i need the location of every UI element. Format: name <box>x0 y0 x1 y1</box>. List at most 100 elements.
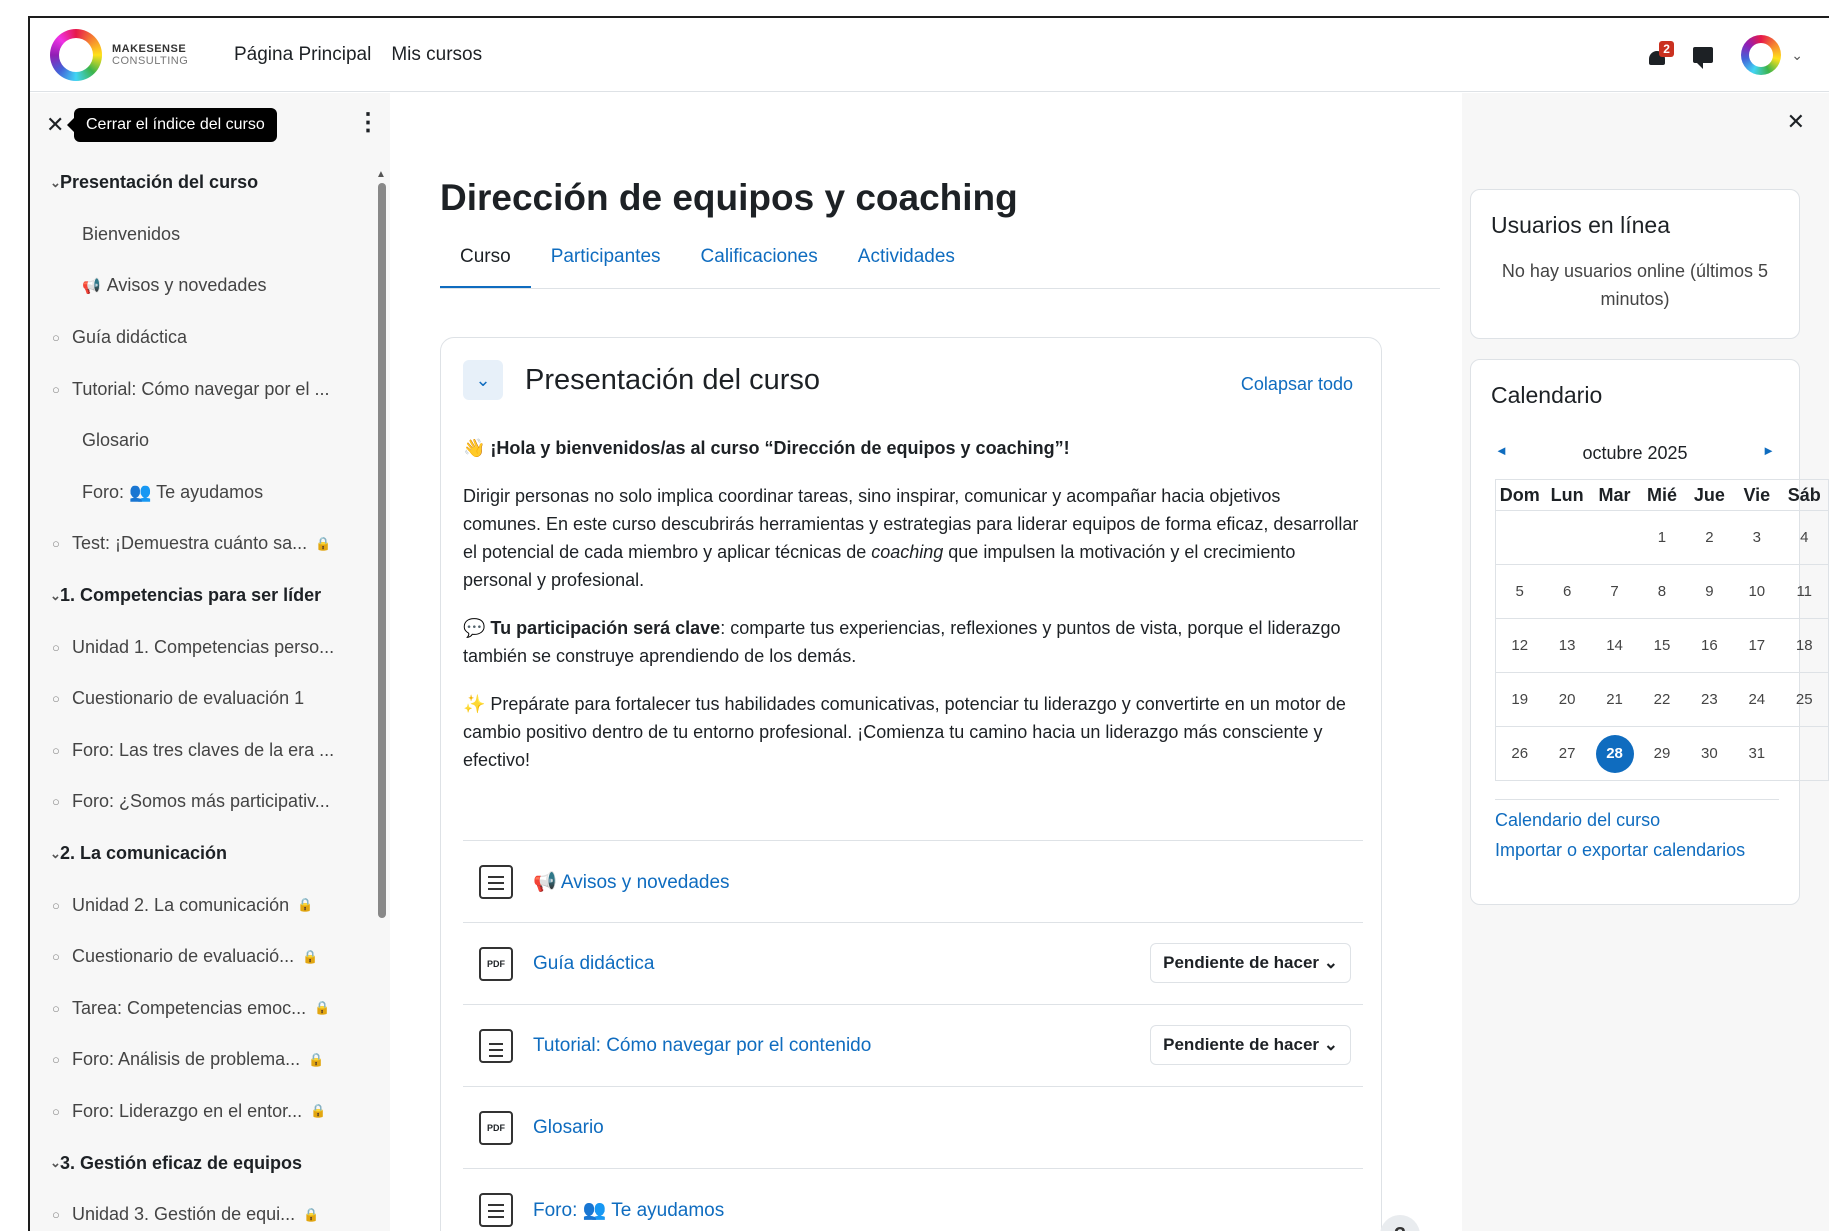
chevron-down-icon: ⌄ <box>50 174 61 190</box>
notifications-bell-icon[interactable]: 2 <box>1647 41 1674 69</box>
import-export-calendars-link[interactable]: Importar o exportar calendarios <box>1495 840 1799 860</box>
course-index-item[interactable]: ○ Unidad 3. Gestión de equi... 🔒 <box>30 1189 370 1231</box>
previous-month-icon[interactable]: ◄ <box>1495 443 1508 458</box>
course-index-item[interactable]: Foro: 👥 Te ayudamos <box>30 467 370 519</box>
calendar-day[interactable]: 6 <box>1543 583 1590 600</box>
course-index-item[interactable]: ○ Tutorial: Cómo navegar por el ... <box>30 363 370 415</box>
course-index-item[interactable]: ○ Foro: ¿Somos más participativ... <box>30 776 370 828</box>
close-icon[interactable]: ✕ <box>46 112 66 138</box>
section-title: Presentación del curso <box>525 364 820 396</box>
calendar-day[interactable]: 14 <box>1591 637 1638 654</box>
calendar-day[interactable]: 4 <box>1781 529 1828 546</box>
calendar-day[interactable]: 9 <box>1686 583 1733 600</box>
tab-participantes[interactable]: Participantes <box>531 239 681 289</box>
course-index-label: Presentación del curso <box>60 172 259 193</box>
user-avatar[interactable] <box>1741 35 1782 75</box>
calendar-day[interactable]: 18 <box>1781 637 1828 654</box>
calendar-day[interactable]: 12 <box>1496 637 1543 654</box>
calendar-day[interactable]: 10 <box>1733 583 1780 600</box>
calendar-day[interactable]: 13 <box>1543 637 1590 654</box>
course-index-section[interactable]: ⌄ 1. Competencias para ser líder <box>30 570 370 622</box>
calendar-day[interactable]: 30 <box>1686 745 1733 762</box>
calendar-day[interactable]: 7 <box>1591 583 1638 600</box>
course-index-item[interactable]: ○ Cuestionario de evaluació... 🔒 <box>30 931 370 983</box>
tab-curso[interactable]: Curso <box>440 239 531 289</box>
close-icon[interactable]: ✕ <box>1787 109 1805 135</box>
course-index-item[interactable]: Bienvenidos <box>30 209 370 261</box>
next-month-icon[interactable]: ► <box>1762 443 1775 458</box>
messages-icon[interactable] <box>1693 47 1714 69</box>
completion-circle-icon: ○ <box>52 330 60 346</box>
calendar-day[interactable]: 20 <box>1543 691 1590 708</box>
kebab-menu-icon[interactable]: ⋮ <box>356 111 380 135</box>
course-index-item[interactable]: Glosario <box>30 415 370 467</box>
calendar-day[interactable]: 27 <box>1543 745 1590 762</box>
calendar-day[interactable]: 15 <box>1638 637 1685 654</box>
calendar-day[interactable]: 16 <box>1686 637 1733 654</box>
activity-link[interactable]: Foro: 👥 Te ayudamos <box>533 1198 724 1222</box>
site-logo[interactable]: MAKESENSE CONSULTING <box>50 28 198 81</box>
nav-link-my-courses[interactable]: Mis cursos <box>391 44 482 66</box>
help-button[interactable]: ? <box>1380 1215 1420 1231</box>
tab-actividades[interactable]: Actividades <box>838 239 975 289</box>
course-index-section[interactable]: ⌄ 3. Gestión eficaz de equipos <box>30 1137 370 1189</box>
calendar-day[interactable]: 28 <box>1591 734 1638 773</box>
course-index-label: Guía didáctica <box>72 327 188 348</box>
course-index-item[interactable]: ○ Foro: Liderazgo en el entor... 🔒 <box>30 1086 370 1138</box>
activity-link[interactable]: Guía didáctica <box>533 953 654 975</box>
calendar-day[interactable]: 11 <box>1781 583 1828 600</box>
course-index-item[interactable]: ○ Foro: Las tres claves de la era ... <box>30 725 370 777</box>
course-index-section[interactable]: ⌄ Presentación del curso <box>30 157 370 209</box>
completion-circle-icon: ○ <box>52 536 60 552</box>
course-index-item[interactable]: ○ Test: ¡Demuestra cuánto sa... 🔒 <box>30 518 370 570</box>
calendar-day[interactable]: 2 <box>1686 529 1733 546</box>
calendar-day[interactable]: 21 <box>1591 691 1638 708</box>
course-index-item[interactable]: ○ Cuestionario de evaluación 1 <box>30 673 370 725</box>
collapse-all-link[interactable]: Colapsar todo <box>1241 374 1353 395</box>
course-index-item[interactable]: 📢 Avisos y novedades <box>30 260 370 312</box>
calendar-day[interactable]: 23 <box>1686 691 1733 708</box>
tab-calificaciones[interactable]: Calificaciones <box>681 239 838 289</box>
completion-circle-icon: ○ <box>52 897 60 913</box>
course-index-item[interactable]: ○ Guía didáctica <box>30 312 370 364</box>
activity-link[interactable]: Tutorial: Cómo navegar por el contenido <box>533 1035 871 1057</box>
completion-status-button[interactable]: Pendiente de hacer ⌄ <box>1150 943 1351 983</box>
completion-circle-icon: ○ <box>52 1000 60 1016</box>
calendar-day[interactable]: 26 <box>1496 745 1543 762</box>
calendar-day[interactable]: 1 <box>1638 529 1685 546</box>
course-index-item[interactable]: ○ Foro: Análisis de problema... 🔒 <box>30 1034 370 1086</box>
calendar-weekday: Jue <box>1693 484 1725 505</box>
course-index-item[interactable]: ○ Unidad 2. La comunicación 🔒 <box>30 879 370 931</box>
course-index-item[interactable]: ○ Unidad 1. Competencias perso... <box>30 621 370 673</box>
forum-icon <box>479 864 513 899</box>
calendar-day[interactable]: 5 <box>1496 583 1543 600</box>
calendar-day[interactable]: 29 <box>1638 745 1685 762</box>
activity-row: 📢 Avisos y novedades <box>463 840 1363 922</box>
nav-link-home[interactable]: Página Principal <box>234 44 371 66</box>
activity-link[interactable]: 📢 Avisos y novedades <box>533 870 730 894</box>
section-collapse-toggle[interactable]: ⌄ <box>463 360 503 400</box>
calendar-day[interactable]: 31 <box>1733 745 1780 762</box>
completion-circle-icon: ○ <box>52 1052 60 1068</box>
page-title: Dirección de equipos y coaching <box>440 177 1018 218</box>
calendar-day[interactable]: 25 <box>1781 691 1828 708</box>
course-index-label: 3. Gestión eficaz de equipos <box>60 1152 303 1173</box>
activity-row: PDF Glosario <box>463 1086 1363 1168</box>
completion-status-button[interactable]: Pendiente de hacer ⌄ <box>1150 1025 1351 1065</box>
calendar-day[interactable]: 3 <box>1733 529 1780 546</box>
calendar-day[interactable]: 24 <box>1733 691 1780 708</box>
chevron-down-icon[interactable]: ⌄ <box>1791 47 1803 64</box>
course-calendar-link[interactable]: Calendario del curso <box>1495 810 1799 830</box>
activity-link[interactable]: Glosario <box>533 1117 604 1139</box>
calendar-day[interactable]: 22 <box>1638 691 1685 708</box>
calendar-day[interactable]: 8 <box>1638 583 1685 600</box>
calendar-day[interactable]: 17 <box>1733 637 1780 654</box>
scroll-up-icon[interactable]: ▲ <box>376 169 386 180</box>
course-index-item[interactable]: ○ Tarea: Competencias emoc... 🔒 <box>30 983 370 1035</box>
intro-paragraph: Dirigir personas no solo implica coordin… <box>463 486 1359 590</box>
course-index-section[interactable]: ⌄ 2. La comunicación <box>30 828 370 880</box>
course-tabs: Curso Participantes Calificaciones Activ… <box>440 239 975 289</box>
calendar-weekday: Mar <box>1598 484 1631 505</box>
calendar-day[interactable]: 19 <box>1496 691 1543 708</box>
course-index-scrollbar[interactable] <box>378 183 386 918</box>
